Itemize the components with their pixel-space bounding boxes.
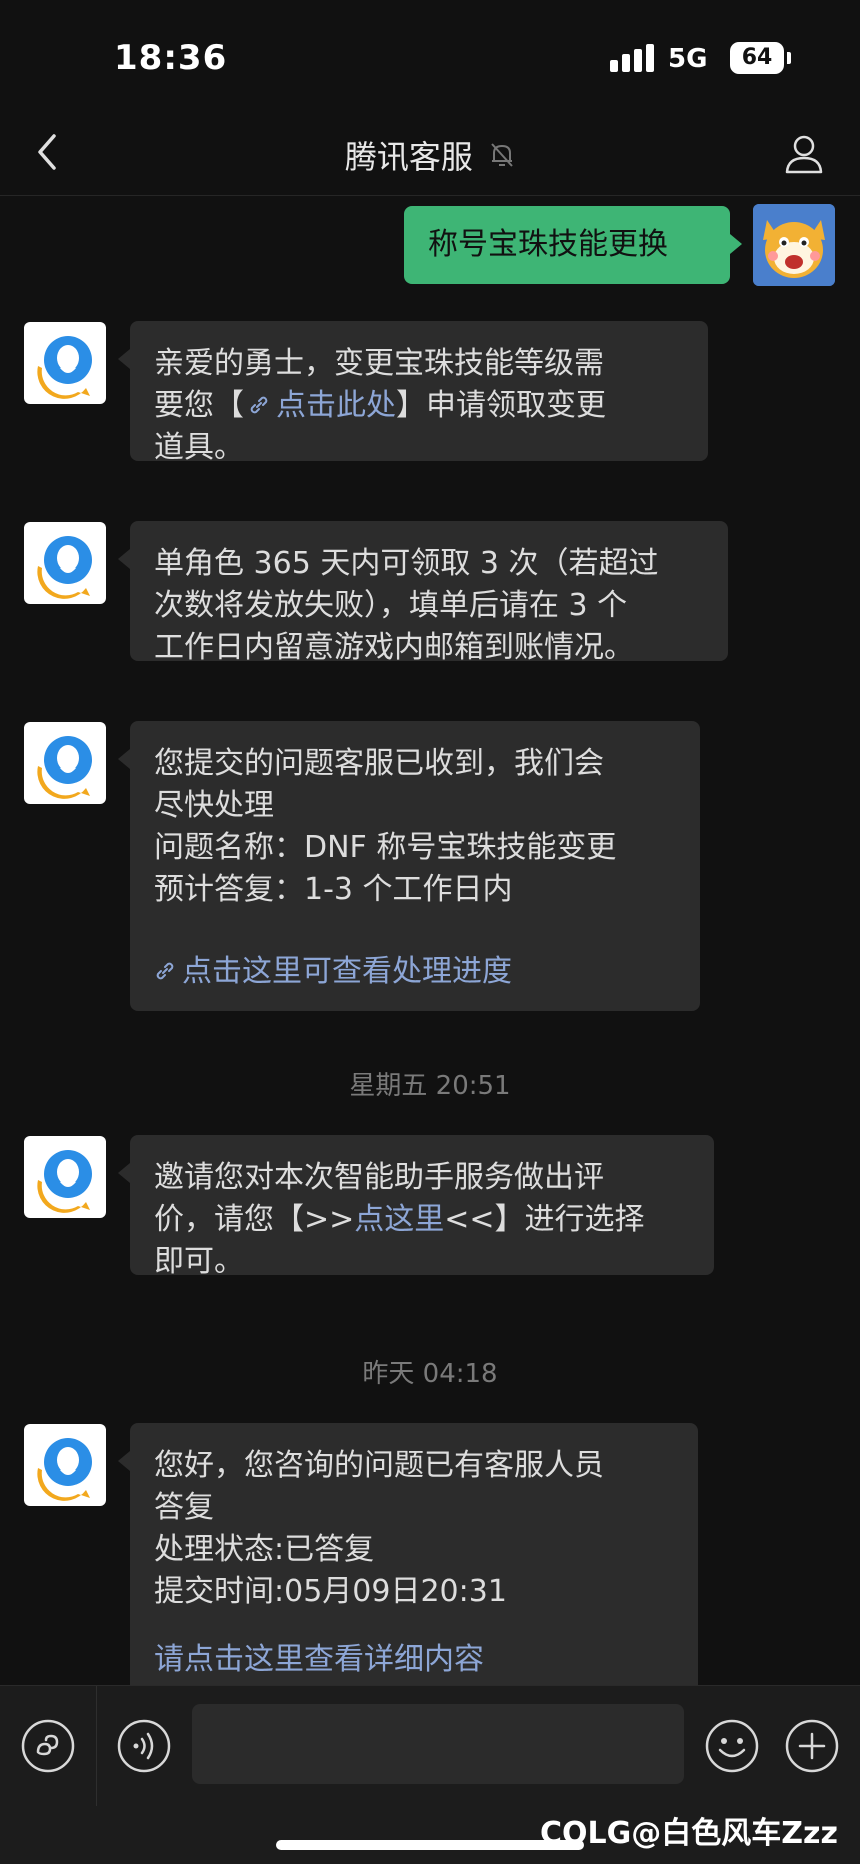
mini-program-icon[interactable] [20,1718,76,1774]
service-avatar[interactable] [24,1424,106,1506]
message-text: 您好，您咨询的问题已有客服人员 [154,1448,604,1483]
detail-link[interactable]: 请点击这里查看详细内容 [154,1639,674,1681]
status-bar: 18:36 5G 64 [0,0,860,110]
message-text: 要您【 点击此处】申请领取变更 [154,385,684,427]
message-text: 提交时间:05月09日20:31 [154,1574,507,1609]
chat-title: 腾讯客服 [344,138,473,176]
message-text: 工作日内留意游戏内邮箱到账情况。 [154,630,634,665]
divider [96,1686,97,1806]
user-message-text: 称号宝珠技能更换 [428,227,668,262]
user-message-bubble[interactable]: 称号宝珠技能更换 [404,206,742,284]
message-bubble[interactable]: 您好，您咨询的问题已有客服人员 答复 处理状态:已答复 提交时间:05月09日2… [118,1423,698,1685]
progress-link[interactable]: 点击这里可查看处理进度 [182,954,512,989]
message-text: 您提交的问题客服已收到，我们会 [154,746,604,781]
signal-icon [610,44,654,72]
message-bubble[interactable]: 邀请您对本次智能助手服务做出评 价，请您【>>点这里<<】进行选择 即可。 [118,1135,714,1279]
message-text-part: 】申请领取变更 [396,388,606,423]
tencent-service-logo-icon [37,536,92,599]
chat-screen: 18:36 5G 64 腾讯客服 称号宝珠技能更换 亲爱的勇士，变更宝珠技能等级… [0,0,860,1864]
battery-tip [787,52,791,64]
message-text: 预计答复：1-3 个工作日内 [154,872,513,907]
watermark: COLG@白色风车Zzz [540,1816,838,1851]
tencent-service-logo-icon [37,736,92,799]
emoji-icon[interactable] [704,1718,760,1774]
message-list[interactable]: 称号宝珠技能更换 亲爱的勇士，变更宝珠技能等级需 要您【 点击此处】申请领取变更… [0,197,860,1685]
timestamp: 星期五 20:51 [349,1071,511,1101]
message-bubble[interactable]: 单角色 365 天内可领取 3 次（若超过 次数将发放失败），填单后请在 3 个… [118,521,728,665]
home-indicator[interactable] [276,1840,584,1850]
tencent-service-logo-icon [37,336,92,399]
profile-icon[interactable] [780,130,828,178]
service-avatar[interactable] [24,322,106,404]
rate-link[interactable]: 点这里 [354,1202,444,1237]
timestamp: 昨天 04:18 [362,1359,498,1389]
message-text: 尽快处理 [154,788,274,823]
message-text-part: 价，请您【>> [154,1202,355,1237]
message-bubble[interactable]: 您提交的问题客服已收到，我们会 尽快处理 问题名称：DNF 称号宝珠技能变更 预… [118,721,700,1011]
message-text: 处理状态:已答复 [154,1532,375,1567]
message-text: 道具。 [154,430,244,465]
progress-link-row[interactable]: 点击这里可查看处理进度 [154,951,676,993]
message-text: 答复 [154,1490,214,1525]
message-bubble[interactable]: 亲爱的勇士，变更宝珠技能等级需 要您【 点击此处】申请领取变更 道具。 [118,321,708,465]
message-text: 亲爱的勇士，变更宝珠技能等级需 [154,346,604,381]
user-avatar[interactable] [753,204,835,286]
service-avatar[interactable] [24,722,106,804]
message-text: 即可。 [154,1244,244,1279]
plus-icon[interactable] [784,1718,840,1774]
nav-bar: 腾讯客服 [0,110,860,196]
message-text-part: <<】进行选择 [444,1202,645,1237]
apply-link[interactable]: 点击此处 [276,388,396,423]
service-avatar[interactable] [24,1136,106,1218]
tencent-service-logo-icon [37,1438,92,1501]
message-text: 单角色 365 天内可领取 3 次（若超过 [154,546,659,581]
status-time: 18:36 [114,38,228,78]
message-text: 次数将发放失败），填单后请在 3 个 [154,588,628,623]
message-text: 问题名称：DNF 称号宝珠技能变更 [154,830,617,865]
service-avatar[interactable] [24,522,106,604]
battery-icon: 64 [730,42,784,74]
message-text-part: 要您【 [154,388,244,423]
tencent-service-logo-icon [37,1150,92,1213]
cartoon-fox-avatar-icon [753,204,835,286]
mute-bell-icon [491,143,513,167]
voice-icon[interactable] [116,1718,172,1774]
page-title: 腾讯客服 [0,132,860,178]
network-type: 5G [668,44,708,74]
message-input[interactable] [192,1704,684,1784]
link-icon [250,396,268,413]
link-icon [156,962,174,979]
message-text: 邀请您对本次智能助手服务做出评 [154,1160,604,1195]
message-text: 价，请您【>>点这里<<】进行选择 [154,1199,690,1241]
